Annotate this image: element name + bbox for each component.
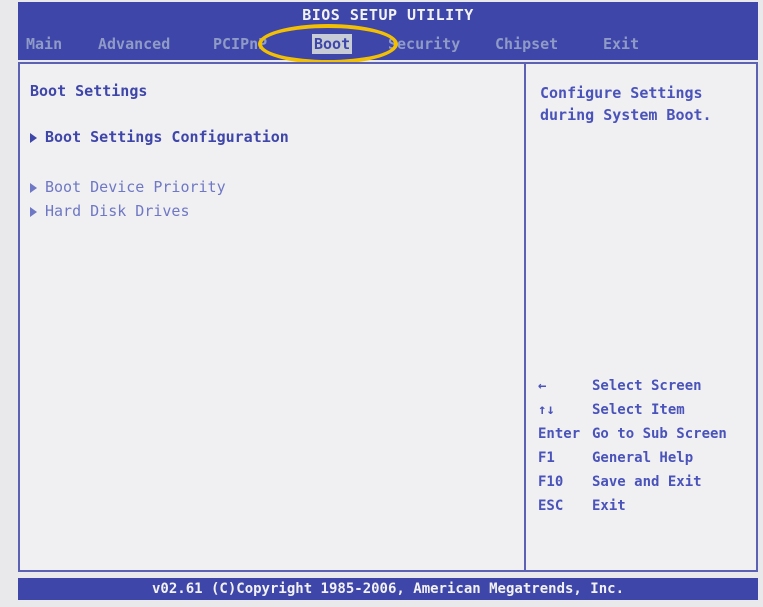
key-action: General Help xyxy=(592,450,694,466)
key-row: F1 General Help xyxy=(538,446,753,470)
key-action: Select Item xyxy=(592,402,685,418)
tab-exit[interactable]: Exit xyxy=(603,28,639,60)
key-left-arrow-icon: ← xyxy=(538,378,547,394)
copyright-footer: v02.61 (C)Copyright 1985-2006, American … xyxy=(18,578,758,600)
key-action: Exit xyxy=(592,498,626,514)
tab-security[interactable]: Security xyxy=(388,28,460,60)
tab-boot[interactable]: Boot xyxy=(312,34,353,54)
help-line-2: during System Boot. xyxy=(540,106,712,124)
submenu-arrow-icon xyxy=(30,132,37,143)
bios-menu-bar: Main Advanced PCIPnP Boot Security Chips… xyxy=(18,28,758,60)
key-updown-arrow-icon: ↑↓ xyxy=(538,402,555,418)
key-row: ESC Exit xyxy=(538,494,753,518)
submenu-arrow-icon xyxy=(30,182,37,193)
key-esc: ESC xyxy=(538,498,564,514)
tab-main[interactable]: Main xyxy=(26,28,62,60)
menu-entry-boot-device-priority[interactable]: Boot Device Priority xyxy=(30,178,226,196)
tab-pcipnp[interactable]: PCIPnP xyxy=(213,28,267,60)
section-title: Boot Settings xyxy=(30,82,148,100)
key-row: Enter Go to Sub Screen xyxy=(538,422,753,446)
submenu-arrow-icon xyxy=(30,206,37,217)
bios-screen: BIOS SETUP UTILITY Main Advanced PCIPnP … xyxy=(0,0,763,607)
help-line-1: Configure Settings xyxy=(540,84,703,102)
tab-chipset[interactable]: Chipset xyxy=(495,28,558,60)
key-action: Select Screen xyxy=(592,378,702,394)
key-action: Save and Exit xyxy=(592,474,702,490)
key-f10: F10 xyxy=(538,474,564,490)
entry-label: Boot Settings Configuration xyxy=(45,128,289,146)
bios-title: BIOS SETUP UTILITY xyxy=(18,2,758,28)
key-row: ↑↓ Select Item xyxy=(538,398,753,422)
main-panel: Boot Settings Boot Settings Configuratio… xyxy=(18,62,526,572)
entry-label: Hard Disk Drives xyxy=(45,202,190,220)
help-panel: Configure Settings during System Boot. ←… xyxy=(524,62,758,572)
key-row: F10 Save and Exit xyxy=(538,470,753,494)
entry-label: Boot Device Priority xyxy=(45,178,226,196)
menu-entry-hard-disk-drives[interactable]: Hard Disk Drives xyxy=(30,202,190,220)
menu-entry-boot-settings-configuration[interactable]: Boot Settings Configuration xyxy=(30,128,289,146)
key-enter: Enter xyxy=(538,426,581,442)
key-action: Go to Sub Screen xyxy=(592,426,727,442)
key-f1: F1 xyxy=(538,450,555,466)
key-row: ← Select Screen xyxy=(538,374,753,398)
tab-advanced[interactable]: Advanced xyxy=(98,28,170,60)
key-legend: ← Select Screen ↑↓ Select Item Enter Go … xyxy=(538,374,753,518)
help-text: Configure Settings during System Boot. xyxy=(540,82,745,126)
